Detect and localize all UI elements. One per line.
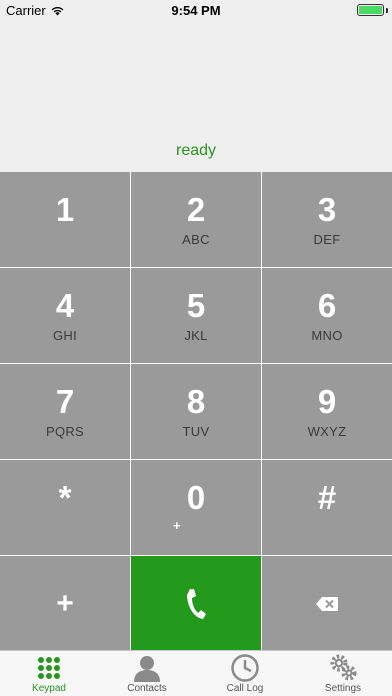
key-hash[interactable]: #: [262, 460, 392, 555]
tab-settings[interactable]: Settings: [294, 651, 392, 696]
contacts-icon: [132, 653, 162, 683]
plus-button[interactable]: +: [0, 556, 130, 652]
key-digit: 8: [186, 383, 206, 420]
keypad-icon: [37, 653, 61, 683]
keypad: 1 2 ABC 3 DEF 4 GHI 5 JKL 6 MNO 7 PQRS 8…: [0, 172, 392, 652]
key-letters: MNO: [311, 328, 343, 343]
gears-icon: [328, 653, 358, 683]
key-letters: DEF: [313, 232, 341, 247]
key-digit: #: [317, 479, 337, 516]
key-5[interactable]: 5 JKL: [131, 268, 261, 363]
key-letters: GHI: [52, 328, 77, 343]
tab-keypad[interactable]: Keypad: [0, 651, 98, 696]
key-2[interactable]: 2 ABC: [131, 172, 261, 267]
key-digit: 2: [186, 191, 206, 228]
status-bar: Carrier 9:54 PM: [0, 0, 392, 22]
backspace-icon: [316, 597, 338, 611]
clock-icon: [230, 653, 260, 683]
key-letters: TUV: [182, 424, 210, 439]
status-time: 9:54 PM: [171, 3, 221, 18]
tab-label: Keypad: [32, 683, 66, 694]
connection-status: ready: [175, 142, 217, 159]
key-digit: *: [58, 479, 72, 516]
dial-display: ready: [0, 22, 392, 172]
tab-label: Call Log: [226, 683, 264, 694]
key-0[interactable]: 0 +: [131, 460, 261, 555]
key-letters: PQRS: [45, 424, 85, 439]
key-letters: ABC: [182, 232, 210, 247]
key-3[interactable]: 3 DEF: [262, 172, 392, 267]
backspace-button[interactable]: [262, 556, 392, 652]
tab-label: Contacts: [127, 683, 167, 694]
battery-tip: [386, 8, 388, 13]
key-6[interactable]: 6 MNO: [262, 268, 392, 363]
key-digit: 9: [317, 383, 337, 420]
key-digit: 3: [317, 191, 337, 228]
key-digit: 7: [55, 383, 75, 420]
key-digit: 6: [317, 287, 337, 324]
tab-contacts[interactable]: Contacts: [98, 651, 196, 696]
key-letters: JKL: [184, 328, 208, 343]
key-digit: 0: [186, 479, 206, 516]
key-digit: 5: [186, 287, 206, 324]
key-7[interactable]: 7 PQRS: [0, 364, 130, 459]
tab-label: Settings: [324, 683, 362, 694]
phone-icon: [187, 589, 206, 619]
battery-icon: [357, 4, 384, 16]
key-1[interactable]: 1: [0, 172, 130, 267]
plus-label: +: [56, 587, 74, 620]
key-9[interactable]: 9 WXYZ: [262, 364, 392, 459]
key-digit: 1: [55, 191, 75, 228]
tab-bar: Keypad Contacts Call Log Settings: [0, 650, 392, 696]
key-letters: WXYZ: [307, 424, 347, 439]
key-0-secondary: +: [173, 518, 181, 533]
tab-call-log[interactable]: Call Log: [196, 651, 294, 696]
key-8[interactable]: 8 TUV: [131, 364, 261, 459]
key-star[interactable]: *: [0, 460, 130, 555]
key-digit: 4: [55, 287, 75, 324]
key-4[interactable]: 4 GHI: [0, 268, 130, 363]
call-button[interactable]: [131, 556, 261, 652]
